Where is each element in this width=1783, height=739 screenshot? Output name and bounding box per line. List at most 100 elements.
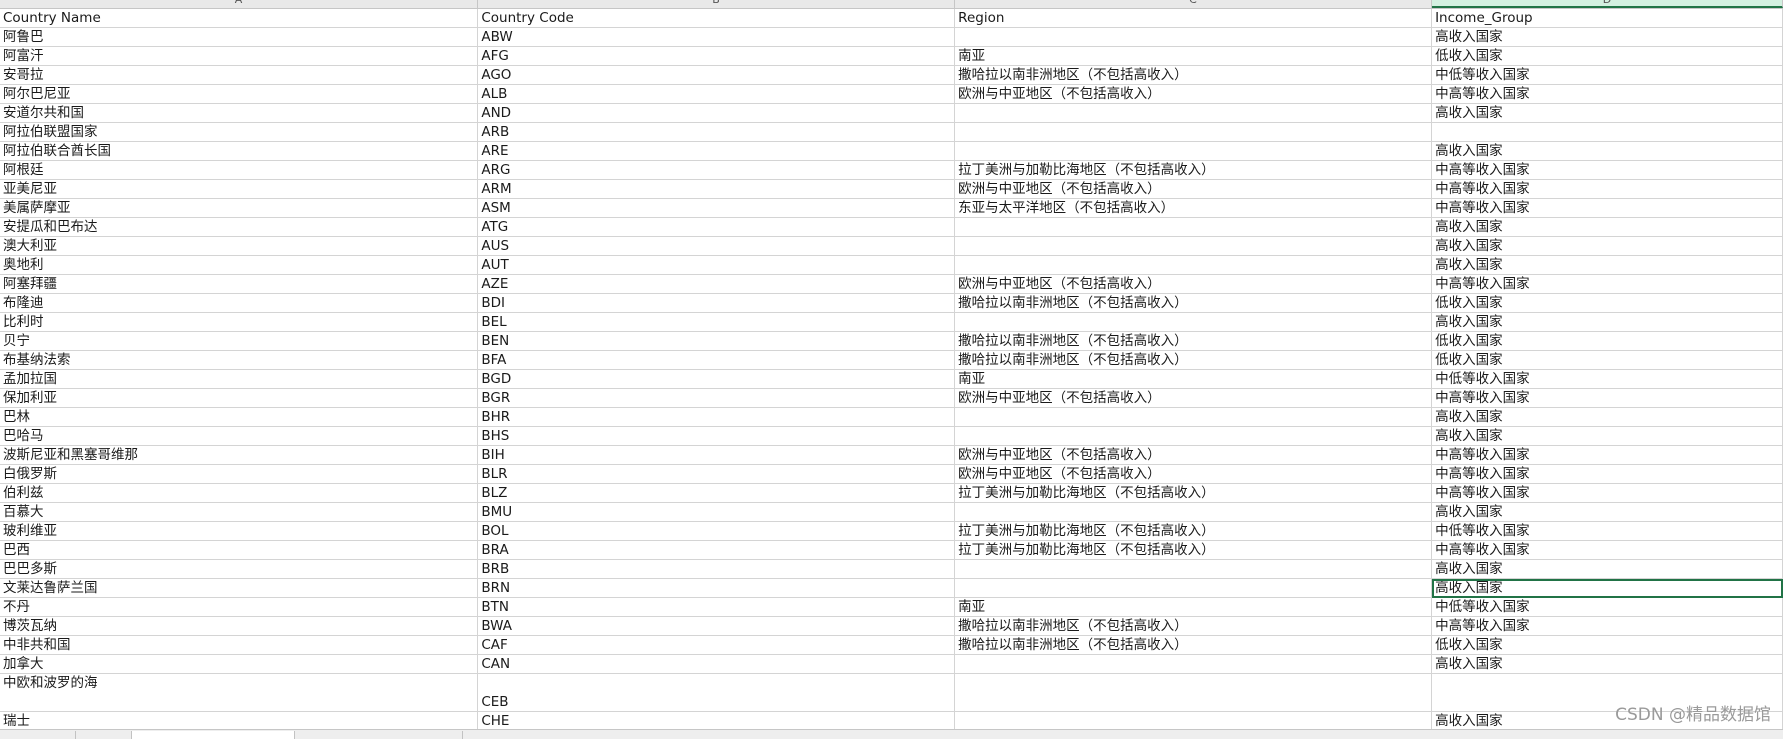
cell-income-group[interactable]: 高收入国家: [1431, 103, 1783, 123]
cell-income-group[interactable]: 高收入国家: [1431, 141, 1783, 161]
column-header-c[interactable]: C: [955, 0, 1432, 8]
cell-country-name[interactable]: 伯利兹: [0, 483, 479, 503]
cell-country-name[interactable]: 澳大利亚: [0, 236, 479, 256]
cell-income-group[interactable]: 中高等收入国家: [1431, 464, 1783, 484]
cell-region[interactable]: 撒哈拉以南非洲地区（不包括高收入）: [954, 350, 1433, 370]
header-cell-country-code[interactable]: Country Code: [477, 9, 956, 28]
sheet-tab-active[interactable]: [132, 731, 295, 739]
cell-country-code[interactable]: BLR: [477, 464, 956, 484]
cell-income-group[interactable]: 中高等收入国家: [1431, 445, 1783, 465]
cell-country-code[interactable]: BHS: [477, 426, 956, 446]
cell-country-name[interactable]: 阿拉伯联盟国家: [0, 122, 479, 142]
cell-country-code[interactable]: AUT: [477, 255, 956, 275]
cell-region[interactable]: [954, 559, 1433, 579]
cell-country-name[interactable]: 亚美尼亚: [0, 179, 479, 199]
cell-country-code[interactable]: BMU: [477, 502, 956, 522]
cell-region[interactable]: 撒哈拉以南非洲地区（不包括高收入）: [954, 331, 1433, 351]
cell-region[interactable]: [954, 255, 1433, 275]
cell-country-code[interactable]: BRA: [477, 540, 956, 560]
cell-country-code[interactable]: BTN: [477, 597, 956, 617]
cell-country-code[interactable]: ARM: [477, 179, 956, 199]
cell-region[interactable]: [954, 236, 1433, 256]
cell-region[interactable]: [954, 426, 1433, 446]
cell-country-code[interactable]: BRN: [477, 578, 956, 598]
cell-income-group[interactable]: 高收入国家: [1431, 502, 1783, 522]
cell-region[interactable]: [954, 578, 1433, 598]
cell-country-name[interactable]: 中欧和波罗的海: [0, 673, 479, 712]
cell-income-group[interactable]: 低收入国家: [1431, 46, 1783, 66]
cell-country-code[interactable]: AND: [477, 103, 956, 123]
cell-country-code[interactable]: BGR: [477, 388, 956, 408]
column-header-d[interactable]: D: [1432, 0, 1783, 8]
cell-region[interactable]: 欧洲与中亚地区（不包括高收入）: [954, 464, 1433, 484]
cell-region[interactable]: [954, 673, 1433, 712]
cell-country-code[interactable]: BLZ: [477, 483, 956, 503]
cell-country-name[interactable]: 巴西: [0, 540, 479, 560]
sheet-nav-button[interactable]: [76, 731, 132, 739]
cell-region[interactable]: 欧洲与中亚地区（不包括高收入）: [954, 84, 1433, 104]
cell-region[interactable]: [954, 654, 1433, 674]
cell-country-code[interactable]: BGD: [477, 369, 956, 389]
cell-country-name[interactable]: 巴林: [0, 407, 479, 427]
cell-country-name[interactable]: 安提瓜和巴布达: [0, 217, 479, 237]
cell-income-group[interactable]: 低收入国家: [1431, 331, 1783, 351]
cell-country-name[interactable]: 阿根廷: [0, 160, 479, 180]
cell-country-name[interactable]: 安哥拉: [0, 65, 479, 85]
cell-country-code[interactable]: AGO: [477, 65, 956, 85]
cell-country-code[interactable]: CEB: [477, 673, 956, 712]
cell-region[interactable]: [954, 217, 1433, 237]
cell-income-group[interactable]: 中高等收入国家: [1431, 84, 1783, 104]
cell-income-group[interactable]: 中高等收入国家: [1431, 274, 1783, 294]
header-cell-income-group[interactable]: Income_Group: [1431, 9, 1783, 28]
cell-region[interactable]: 撒哈拉以南非洲地区（不包括高收入）: [954, 293, 1433, 313]
cell-region[interactable]: 拉丁美洲与加勒比海地区（不包括高收入）: [954, 160, 1433, 180]
cell-country-code[interactable]: CHE: [477, 711, 956, 730]
cell-country-code[interactable]: ARG: [477, 160, 956, 180]
cell-region[interactable]: [954, 27, 1433, 47]
cell-income-group[interactable]: 中高等收入国家: [1431, 160, 1783, 180]
cell-region[interactable]: [954, 502, 1433, 522]
cell-region[interactable]: 撒哈拉以南非洲地区（不包括高收入）: [954, 616, 1433, 636]
cell-country-code[interactable]: ATG: [477, 217, 956, 237]
cell-income-group[interactable]: 低收入国家: [1431, 635, 1783, 655]
cell-country-code[interactable]: BDI: [477, 293, 956, 313]
cell-country-name[interactable]: 安道尔共和国: [0, 103, 479, 123]
cell-country-name[interactable]: 文莱达鲁萨兰国: [0, 578, 479, 598]
cell-region[interactable]: 南亚: [954, 597, 1433, 617]
cell-income-group[interactable]: 高收入国家: [1431, 217, 1783, 237]
cell-income-group[interactable]: 中高等收入国家: [1431, 388, 1783, 408]
cell-region[interactable]: [954, 103, 1433, 123]
cell-income-group[interactable]: 高收入国家: [1431, 255, 1783, 275]
cell-income-group[interactable]: 中低等收入国家: [1431, 65, 1783, 85]
cell-income-group[interactable]: 中高等收入国家: [1431, 616, 1783, 636]
cell-income-group[interactable]: 中低等收入国家: [1431, 597, 1783, 617]
cell-country-name[interactable]: 巴哈马: [0, 426, 479, 446]
cell-region[interactable]: 拉丁美洲与加勒比海地区（不包括高收入）: [954, 521, 1433, 541]
cell-country-code[interactable]: ABW: [477, 27, 956, 47]
cell-income-group[interactable]: 低收入国家: [1431, 293, 1783, 313]
cell-country-code[interactable]: BHR: [477, 407, 956, 427]
cell-region[interactable]: 拉丁美洲与加勒比海地区（不包括高收入）: [954, 483, 1433, 503]
cell-income-group[interactable]: 高收入国家: [1431, 426, 1783, 446]
cell-country-name[interactable]: 百慕大: [0, 502, 479, 522]
cell-country-code[interactable]: CAN: [477, 654, 956, 674]
column-header-b[interactable]: B: [478, 0, 955, 8]
cell-country-code[interactable]: CAF: [477, 635, 956, 655]
cell-country-name[interactable]: 阿拉伯联合酋长国: [0, 141, 479, 161]
cell-country-code[interactable]: AZE: [477, 274, 956, 294]
cell-country-name[interactable]: 奥地利: [0, 255, 479, 275]
cell-region[interactable]: 欧洲与中亚地区（不包括高收入）: [954, 179, 1433, 199]
cell-country-code[interactable]: ASM: [477, 198, 956, 218]
cell-income-group[interactable]: 中高等收入国家: [1431, 483, 1783, 503]
horizontal-scrollbar[interactable]: [296, 731, 463, 739]
cell-income-group[interactable]: 高收入国家: [1431, 654, 1783, 674]
cell-country-code[interactable]: BIH: [477, 445, 956, 465]
cell-country-code[interactable]: BWA: [477, 616, 956, 636]
cell-country-code[interactable]: ALB: [477, 84, 956, 104]
cell-income-group[interactable]: [1431, 122, 1783, 142]
cell-country-name[interactable]: 博茨瓦纳: [0, 616, 479, 636]
cell-country-code[interactable]: AUS: [477, 236, 956, 256]
cell-region[interactable]: 欧洲与中亚地区（不包括高收入）: [954, 388, 1433, 408]
cell-country-name[interactable]: 布基纳法索: [0, 350, 479, 370]
cell-income-group[interactable]: 中高等收入国家: [1431, 179, 1783, 199]
